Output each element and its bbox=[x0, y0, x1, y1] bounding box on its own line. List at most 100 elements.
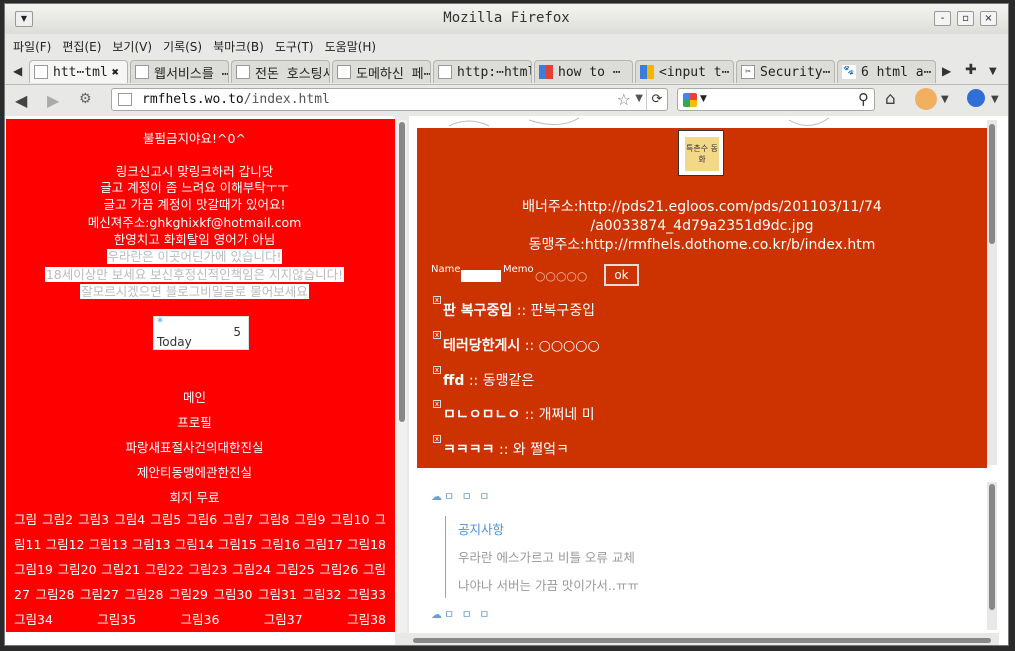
nav-link-anti-alliance[interactable]: 제안티동맹에관한진실 bbox=[6, 462, 383, 481]
menu-view[interactable]: 보기(V) bbox=[112, 38, 152, 55]
menu-bar: 파일(F) 편집(E) 보기(V) 기록(S) 북마크(B) 도구(T) 도움말… bbox=[5, 34, 1008, 58]
notice-item[interactable]: 나야나 서버는 가끔 맛이가서..ㅠㅠ bbox=[458, 572, 639, 600]
post-item[interactable]: ㅋㅋㅋㅋ :: 와 쩔엌ㅋ bbox=[443, 439, 569, 459]
chat-bubble-icon[interactable] bbox=[967, 89, 985, 107]
info-line: 글고 계정이 좀 느려요 이해부탁ㅜㅜ bbox=[100, 180, 289, 195]
url-bar[interactable]: rmfhels.wo.to/index.html ☆ ▼ ⟳ bbox=[111, 88, 668, 111]
highlight-line: 잘모르시겠으면 블로그비밀글로 물어보세요 bbox=[80, 284, 309, 299]
counter-label: Today bbox=[157, 335, 192, 349]
search-bar[interactable]: ▼ ⚲ bbox=[677, 88, 875, 111]
bottom-frame-scrollbar-thumb[interactable] bbox=[989, 484, 995, 610]
top-frame-scrollbar[interactable] bbox=[987, 120, 997, 465]
horizontal-scrollbar[interactable] bbox=[409, 633, 999, 645]
tab-7[interactable]: <input t⋯ bbox=[635, 60, 734, 83]
page-icon bbox=[438, 65, 452, 79]
nav-link-free[interactable]: 회지 무료 bbox=[6, 487, 383, 506]
site-logo: 특촌수 동화 bbox=[678, 130, 724, 176]
picture-links[interactable]: 그림 그림2 그림3 그림4 그림5 그림6 그림7 그림8 그림9 그림10 … bbox=[14, 507, 386, 632]
page-content: 불펌금지야요!^0^ 링크신고시 맞링크하러 갑니닷 글고 계정이 좀 느려요 … bbox=[5, 116, 1008, 645]
frame-splitter[interactable] bbox=[395, 116, 409, 645]
title-bar: ▼ Mozilla Firefox - ▫ × bbox=[5, 4, 1008, 34]
horizontal-scrollbar-thumb[interactable] bbox=[413, 638, 991, 643]
tab-2[interactable]: 웹서비스를 ⋯ bbox=[130, 60, 229, 83]
nav-link-bluebird[interactable]: 파랑새표절사건의대한진실 bbox=[6, 437, 383, 456]
tab-label: 전돈 호스팅서⋯ bbox=[255, 66, 329, 82]
menu-tools[interactable]: 도구(T) bbox=[275, 38, 314, 55]
name-label: Name bbox=[431, 264, 461, 275]
nav-link-profile[interactable]: 프로필 bbox=[6, 412, 383, 431]
memo-input[interactable]: ○○○○○ bbox=[535, 270, 603, 282]
addon-dropdown-icon[interactable]: ▼ bbox=[991, 94, 999, 105]
broken-image-icon: x bbox=[433, 331, 441, 339]
search-icon[interactable]: ⚲ bbox=[858, 90, 869, 108]
tab-scroll-left-icon[interactable]: ◀ bbox=[13, 64, 22, 78]
left-scrollbar[interactable] bbox=[397, 120, 407, 633]
cloud-label-text: ㅁ ㅁ ㅁ bbox=[444, 608, 492, 621]
menu-edit[interactable]: 편집(E) bbox=[62, 38, 101, 55]
maximize-button[interactable]: ▫ bbox=[957, 11, 974, 26]
tab-8[interactable]: ✂ Security⋯ bbox=[736, 60, 835, 83]
right-frame: 특촌수 동화 배너주소:http://pds21.egloos.com/pds/… bbox=[409, 116, 999, 645]
left-scrollbar-thumb[interactable] bbox=[399, 122, 405, 422]
tab-close-icon[interactable]: ✖ bbox=[112, 65, 119, 79]
forward-arrow-icon[interactable]: ▶ bbox=[47, 91, 59, 110]
home-icon[interactable]: ⌂ bbox=[885, 89, 896, 109]
tab-list-icon[interactable]: ▼ bbox=[989, 66, 997, 77]
notice-board: 공지사항 우라란 에스가르고 비틀 오류 교체 나야나 서버는 가끔 맛이가서.… bbox=[445, 516, 639, 598]
tab-4[interactable]: 도메하신 페⋯ bbox=[332, 60, 431, 83]
tab-6[interactable]: how to ⋯ bbox=[534, 60, 633, 83]
post-title: 테러당한게시 bbox=[443, 338, 521, 354]
notice-title[interactable]: 공지사항 bbox=[458, 516, 639, 544]
url-text[interactable]: rmfhels.wo.to/index.html bbox=[142, 92, 330, 107]
tab-9[interactable]: 🐾 6 html a⋯ bbox=[837, 60, 936, 83]
tab-label: 웹서비스를 ⋯ bbox=[154, 66, 229, 82]
back-arrow-icon[interactable]: ◀ bbox=[15, 91, 27, 110]
notice-item[interactable]: 우라란 에스가르고 비틀 오류 교체 bbox=[458, 544, 639, 572]
post-desc: :: 와 쩔엌ㅋ bbox=[498, 442, 569, 458]
avatar-icon[interactable] bbox=[915, 88, 937, 110]
navigation-bar: ◀ ▶ ⚙ rmfhels.wo.to/index.html ☆ ▼ ⟳ ▼ ⚲… bbox=[5, 85, 1008, 115]
post-title: ffd bbox=[443, 373, 465, 389]
tab-label: 도메하신 페⋯ bbox=[356, 66, 431, 82]
page-icon bbox=[135, 65, 149, 79]
tab-3[interactable]: 전돈 호스팅서⋯ bbox=[231, 60, 330, 83]
nav-link-main[interactable]: 메인 bbox=[6, 387, 383, 406]
new-tab-icon[interactable]: ✚ bbox=[965, 62, 977, 78]
menu-file[interactable]: 파일(F) bbox=[13, 38, 51, 55]
post-item[interactable]: 판 복구중입 :: 판복구중입 bbox=[443, 300, 595, 320]
visitor-counter: * Today 5 bbox=[153, 315, 249, 350]
post-item[interactable]: ㅁㄴㅇㅁㄴㅇ :: 개쩌네 미 bbox=[443, 404, 595, 424]
info-line: 한영치고 화회탈임 영어가 아님 bbox=[113, 232, 276, 247]
no-copy-notice: 불펌금지야요!^0^ bbox=[143, 131, 246, 146]
url-history-icon[interactable]: ▼ bbox=[635, 93, 643, 104]
ok-button[interactable]: ok bbox=[604, 264, 639, 286]
tab-scroll-right-icon[interactable]: ▶ bbox=[942, 64, 951, 78]
top-frame-scrollbar-thumb[interactable] bbox=[989, 124, 995, 244]
post-item[interactable]: 테러당한게시 :: ○○○○○ bbox=[443, 335, 600, 355]
bottom-frame-scrollbar[interactable] bbox=[987, 482, 997, 630]
close-button[interactable]: × bbox=[980, 11, 997, 26]
tab-5[interactable]: http:⋯html bbox=[433, 60, 532, 83]
avatar-dropdown-icon[interactable]: ▼ bbox=[941, 94, 949, 105]
counter-value: 5 bbox=[233, 325, 241, 339]
minimize-button[interactable]: - bbox=[934, 11, 951, 26]
post-item[interactable]: ffd :: 동맹같은 bbox=[443, 370, 534, 390]
tab-1[interactable]: htt⋯tml ✖ bbox=[29, 60, 128, 83]
google-icon bbox=[683, 93, 697, 107]
browser-window: ▼ Mozilla Firefox - ▫ × 파일(F) 편집(E) 보기(V… bbox=[4, 3, 1009, 646]
counter-star-icon: * bbox=[157, 315, 163, 329]
page-icon bbox=[236, 65, 250, 79]
post-desc: :: ○○○○○ bbox=[524, 338, 600, 354]
menu-help[interactable]: 도움말(H) bbox=[325, 38, 377, 55]
menu-history[interactable]: 기록(S) bbox=[163, 38, 202, 55]
bookmark-star-icon[interactable]: ☆ bbox=[617, 90, 631, 109]
search-engine-dropdown-icon[interactable]: ▼ bbox=[700, 94, 707, 104]
post-title: ㅁㄴㅇㅁㄴㅇ bbox=[443, 407, 521, 423]
name-input[interactable] bbox=[461, 270, 501, 282]
reload-icon[interactable]: ⟳ bbox=[646, 89, 667, 110]
page-icon bbox=[34, 65, 48, 79]
bottom-frame: ☁ㅁ ㅁ ㅁ 공지사항 우라란 에스가르고 비틀 오류 교체 나야나 서버는 가… bbox=[417, 480, 987, 630]
sync-icon[interactable]: ⚙ bbox=[79, 91, 92, 107]
menu-bookmarks[interactable]: 북마크(B) bbox=[213, 38, 264, 55]
banner-url-line: 배너주소:http://pds21.egloos.com/pds/201103/… bbox=[522, 199, 882, 215]
